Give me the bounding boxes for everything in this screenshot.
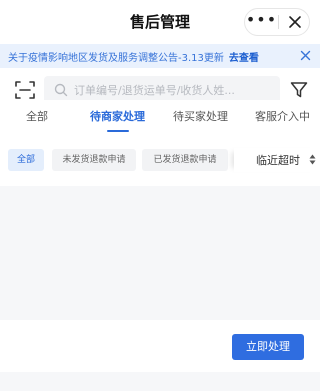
- active-tab-indicator: [107, 130, 129, 132]
- notice-text: 关于疫情影响地区发货及服务调整公告-3.13更新: [8, 52, 224, 64]
- tab-pending-merchant[interactable]: 待商家处理: [90, 108, 145, 124]
- mini-program-capsule: •••: [244, 8, 310, 36]
- search-input[interactable]: [74, 80, 274, 100]
- tab-all[interactable]: 全部: [26, 108, 48, 124]
- filter-row: 全部 未发货退款申请 已发货退款申请 临近超时: [0, 134, 320, 186]
- status-tabs: 全部 待商家处理 待买家处理 客服介入中: [0, 100, 320, 134]
- notice-close-icon[interactable]: [299, 49, 312, 62]
- process-now-button[interactable]: 立即处理: [232, 334, 304, 360]
- close-button[interactable]: [279, 9, 310, 35]
- search-icon: [54, 83, 68, 97]
- close-icon: [288, 16, 301, 28]
- chip-shipped-refund[interactable]: 已发货退款申请: [142, 149, 228, 171]
- home-indicator-area: [0, 372, 320, 391]
- tab-customer-service[interactable]: 客服介入中: [255, 108, 310, 124]
- scan-icon[interactable]: [14, 80, 36, 100]
- chip-all[interactable]: 全部: [8, 149, 44, 171]
- chip-unshipped-refund[interactable]: 未发货退款申请: [52, 149, 136, 171]
- filter-icon[interactable]: [290, 81, 308, 99]
- sort-label: 临近超时: [256, 154, 300, 167]
- more-menu-button[interactable]: •••: [245, 9, 278, 35]
- sort-dropdown[interactable]: 临近超时: [234, 148, 320, 172]
- bottom-action-bar: 立即处理: [0, 320, 320, 372]
- order-list-area: [0, 186, 320, 320]
- tab-pending-buyer[interactable]: 待买家处理: [173, 108, 228, 124]
- top-nav-bar: 售后管理 •••: [0, 0, 320, 44]
- notice-banner: 关于疫情影响地区发货及服务调整公告-3.13更新 去查看: [0, 44, 320, 68]
- sort-arrows-icon: [309, 154, 316, 165]
- notice-view-link[interactable]: 去查看: [229, 49, 259, 64]
